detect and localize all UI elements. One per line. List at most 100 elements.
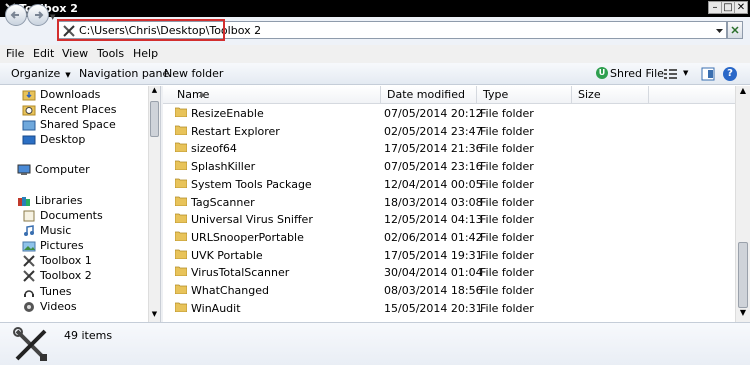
tunes-icon (24, 290, 34, 297)
folder-icon (175, 160, 187, 171)
preview-pane-icon[interactable] (701, 67, 715, 81)
file-type: File folder (480, 195, 534, 209)
file-date-modified: 17/05/2014 21:36 (384, 142, 483, 156)
table-row[interactable]: TagScanner 18/03/2014 03:08 File folder (163, 194, 735, 212)
table-row[interactable]: VirusTotalScanner 30/04/2014 01:04 File fo… (163, 264, 735, 282)
table-row[interactable]: Universal Virus Sniffer 12/05/2014 04:13 F… (163, 211, 735, 229)
scroll-down-icon[interactable]: ▼ (149, 310, 160, 322)
table-row[interactable]: SplashKiller 07/05/2014 23:16 File folder (163, 158, 735, 176)
refresh-icon (731, 26, 739, 34)
file-name: ResizeEnable (191, 107, 264, 120)
explorer-window: Toolbox 2 – □ ✕ ▼ C:\Users\Chris\Desktop… (0, 0, 750, 365)
forward-button[interactable] (27, 4, 49, 26)
file-type: File folder (480, 160, 534, 174)
file-scroll-thumb[interactable] (738, 242, 748, 308)
scroll-down-icon[interactable]: ▼ (736, 308, 750, 322)
file-date-modified: 18/03/2014 03:08 (384, 195, 483, 209)
menu-help[interactable]: Help (133, 47, 158, 60)
toolbox-icon (23, 255, 35, 267)
folder-icon (175, 249, 187, 259)
column-date-modified[interactable]: Date modified (381, 86, 477, 104)
table-row[interactable]: sizeof64 17/05/2014 21:36 File folder (163, 140, 735, 158)
table-row[interactable]: ResizeEnable 07/05/2014 20:12 File folder (163, 105, 735, 123)
file-type: File folder (480, 248, 534, 262)
column-type[interactable]: Type (477, 86, 572, 104)
file-name: WhatChanged (191, 284, 269, 297)
file-name: Restart Explorer (191, 124, 280, 138)
menu-tools[interactable]: Tools (97, 47, 124, 60)
forward-arrow-icon (35, 11, 44, 19)
views-dropdown-icon[interactable]: ▼ (683, 69, 688, 77)
minimize-button[interactable]: – (708, 1, 722, 14)
documents-icon (23, 210, 35, 222)
pictures-icon (22, 241, 36, 252)
close-button[interactable]: ✕ (734, 1, 748, 14)
refresh-button[interactable] (727, 21, 743, 39)
file-name: URLSnooperPortable (191, 230, 304, 244)
navigation-pane-button[interactable]: Navigation pane (79, 67, 169, 80)
menu-edit[interactable]: Edit (33, 47, 54, 60)
nav-pane-scrollbar[interactable]: ▲ ▼ (148, 86, 160, 322)
column-size[interactable]: Size (572, 86, 649, 104)
file-date-modified: 07/05/2014 20:12 (384, 107, 483, 120)
file-date-modified: 12/04/2014 00:05 (384, 177, 483, 191)
column-name[interactable]: Name ▲ (163, 86, 381, 104)
file-date-modified: 15/05/2014 20:31 (384, 301, 483, 315)
downloads-icon (22, 90, 36, 101)
new-folder-button[interactable]: New folder (164, 67, 223, 80)
title-bar[interactable]: Toolbox 2 – □ ✕ (0, 0, 750, 17)
file-date-modified: 02/05/2014 23:47 (384, 124, 483, 138)
maximize-button[interactable]: □ (721, 1, 735, 14)
folder-icon (175, 196, 187, 206)
file-date-modified: 17/05/2014 19:31 (384, 248, 483, 262)
file-type: File folder (480, 124, 534, 138)
table-row[interactable]: WhatChanged 08/03/2014 18:56 File folder (163, 282, 735, 300)
table-row[interactable]: Restart Explorer 02/05/2014 23:47 File fol… (163, 123, 735, 141)
shred-file-button[interactable]: Shred File (610, 67, 664, 80)
file-list-scrollbar[interactable]: ▲ ▼ (735, 86, 750, 322)
address-dropdown-icon[interactable] (715, 25, 724, 36)
nav-scroll-thumb[interactable] (150, 101, 159, 137)
table-row[interactable]: System Tools Package 12/04/2014 00:05 File… (163, 176, 735, 194)
file-type: File folder (480, 142, 534, 156)
file-type: File folder (480, 284, 534, 297)
folder-icon (175, 231, 187, 241)
folder-icon (175, 142, 187, 153)
help-icon[interactable]: ? (723, 67, 737, 81)
command-bar: Organize ▼ Navigation pane New folder U S… (0, 63, 750, 85)
organize-label: Organize (11, 67, 61, 80)
file-date-modified: 30/04/2014 01:04 (384, 266, 483, 280)
toolbox-icon (23, 270, 35, 282)
sort-ascending-icon: ▲ (199, 90, 205, 98)
shred-file-icon[interactable]: U (596, 67, 608, 79)
menu-file[interactable]: File (6, 47, 24, 60)
recent-places-icon (22, 105, 36, 116)
scroll-up-icon[interactable]: ▲ (149, 86, 160, 98)
table-row[interactable]: URLSnooperPortable 02/06/2014 01:42 File f… (163, 229, 735, 247)
column-header-row: Name ▲ Date modified Type Size (163, 86, 735, 104)
back-button[interactable] (5, 4, 27, 26)
folder-icon (175, 213, 187, 224)
file-name: System Tools Package (191, 177, 312, 191)
recent-pages-dropdown[interactable]: ▼ (50, 13, 55, 21)
computer-icon (17, 164, 31, 175)
file-name: TagScanner (191, 195, 255, 209)
shared-space-icon (22, 120, 36, 131)
file-type: File folder (480, 266, 534, 280)
file-type: File folder (480, 213, 534, 227)
table-row[interactable]: WinAudit 15/05/2014 20:31 File folder (163, 300, 735, 318)
music-icon (24, 225, 34, 236)
organize-button[interactable]: Organize ▼ (11, 67, 71, 80)
chevron-down-icon: ▼ (65, 71, 71, 79)
change-view-icon[interactable] (663, 67, 679, 81)
libraries-icon (18, 197, 30, 206)
folder-icon (175, 302, 187, 312)
file-date-modified: 02/06/2014 01:42 (384, 230, 483, 244)
menu-view[interactable]: View (62, 47, 88, 60)
file-date-modified: 12/05/2014 04:13 (384, 213, 483, 227)
file-type: File folder (480, 230, 534, 244)
desktop-icon (22, 135, 36, 145)
scroll-up-icon[interactable]: ▲ (736, 86, 750, 100)
table-row[interactable]: UVK Portable 17/05/2014 19:31 File folder (163, 247, 735, 265)
folder-icon (175, 178, 187, 188)
